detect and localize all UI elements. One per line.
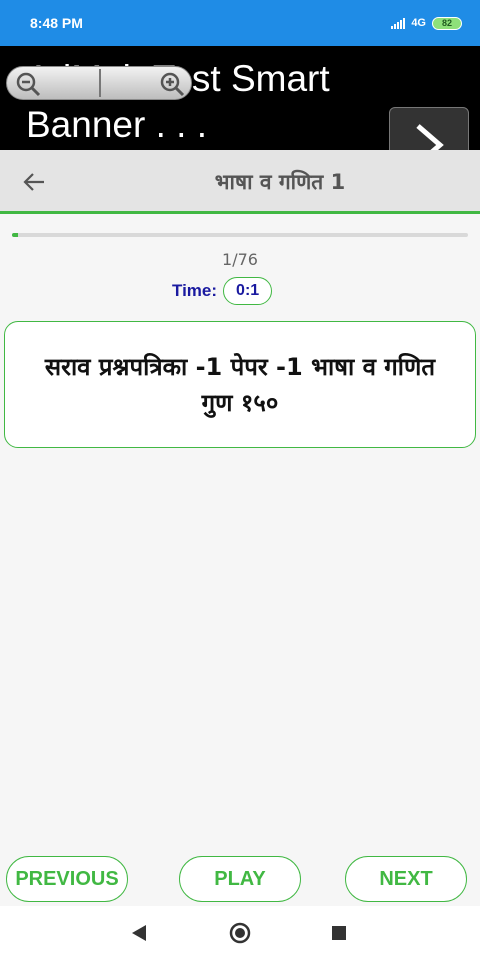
ad-banner[interactable]: AdMob Test Smart Banner . . . bbox=[0, 46, 480, 150]
timer: Time: 0:1 bbox=[172, 277, 273, 305]
progress-bar bbox=[12, 233, 468, 237]
chevron-right-icon bbox=[416, 124, 444, 150]
progress-fill bbox=[12, 233, 18, 237]
status-indicators: 4G 82 bbox=[391, 16, 462, 30]
arrow-left-icon bbox=[23, 173, 44, 191]
zoom-in-icon[interactable] bbox=[159, 71, 185, 97]
battery-level: 82 bbox=[441, 18, 452, 28]
zoom-control[interactable] bbox=[6, 66, 192, 100]
status-time: 8:48 PM bbox=[30, 15, 83, 31]
next-button[interactable]: NEXT bbox=[345, 856, 467, 902]
system-home-icon[interactable] bbox=[229, 922, 251, 944]
play-button[interactable]: PLAY bbox=[179, 856, 301, 902]
signal-icon bbox=[391, 17, 406, 29]
system-recents-icon[interactable] bbox=[332, 926, 346, 940]
page-title: भाषा व गणित 1 bbox=[214, 170, 346, 194]
status-bar: 8:48 PM 4G 82 bbox=[0, 0, 480, 46]
app-bar: भाषा व गणित 1 bbox=[0, 150, 480, 214]
question-text: सराव प्रश्नपत्रिका -1 पेपर -1 भाषा व गणि… bbox=[44, 352, 436, 417]
question-card: सराव प्रश्नपत्रिका -1 पेपर -1 भाषा व गणि… bbox=[4, 321, 476, 448]
battery-icon: 82 bbox=[432, 16, 462, 30]
system-back-icon[interactable] bbox=[131, 924, 147, 942]
zoom-out-icon[interactable] bbox=[15, 71, 41, 97]
ad-next-button[interactable] bbox=[389, 107, 469, 150]
timer-value: 0:1 bbox=[223, 277, 273, 305]
back-button[interactable] bbox=[20, 168, 48, 196]
zoom-divider bbox=[99, 69, 101, 97]
question-counter: 1/76 bbox=[222, 250, 258, 269]
previous-button[interactable]: PREVIOUS bbox=[6, 856, 128, 902]
timer-label: Time: bbox=[172, 281, 218, 300]
system-nav-bar bbox=[0, 906, 480, 960]
network-type: 4G bbox=[411, 17, 426, 29]
